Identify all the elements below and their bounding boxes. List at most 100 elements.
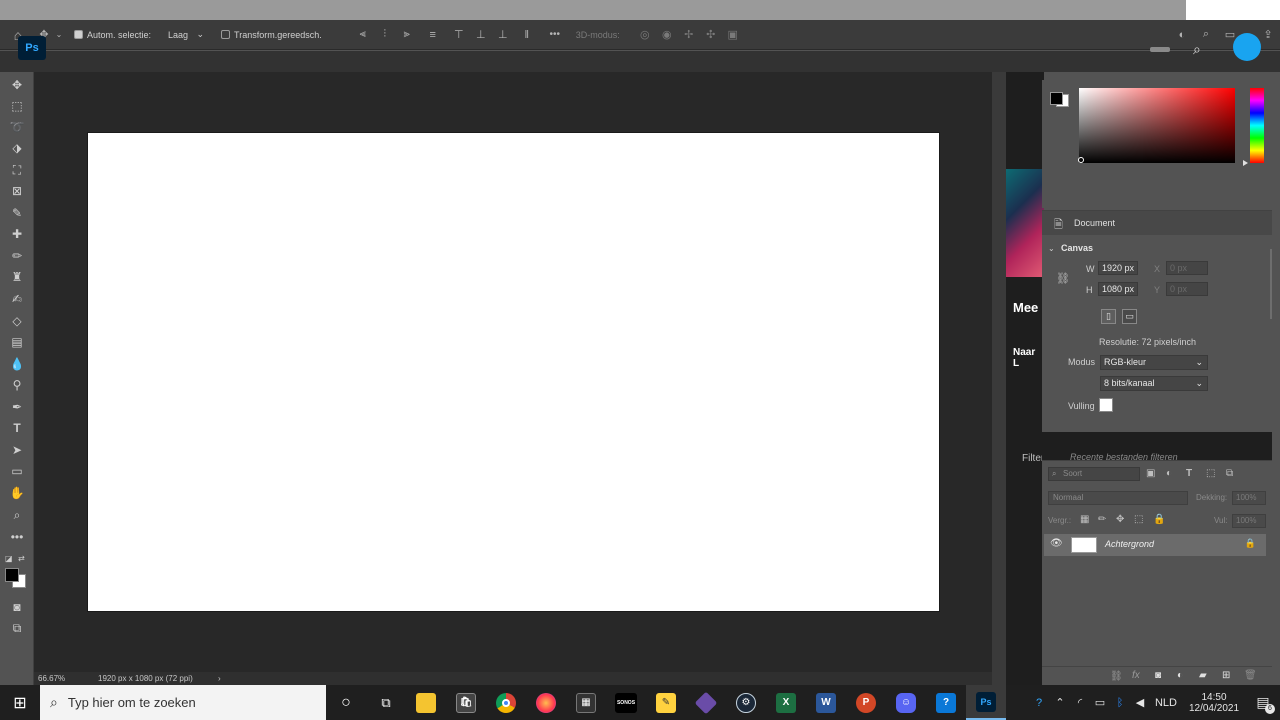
taskbar-app-file-explorer[interactable]	[406, 685, 446, 720]
align-middle-icon[interactable]: ⊥	[470, 28, 492, 41]
share-icon[interactable]: ⇪	[1256, 28, 1280, 41]
layer-filter-search[interactable]: ⌕ Soort	[1048, 467, 1140, 481]
layer-style-icon[interactable]: fx	[1132, 670, 1140, 681]
clone-stamp-icon[interactable]: ♜	[6, 268, 28, 286]
gradient-icon[interactable]: ▤	[6, 333, 28, 351]
workspace-scrollbar[interactable]	[992, 72, 1006, 685]
layer-row-background[interactable]: 👁 Achtergrond 🔒	[1044, 534, 1266, 556]
frame-icon[interactable]: ⊠	[6, 182, 28, 200]
color-picker-handle[interactable]	[1078, 157, 1084, 163]
align-center-h-icon[interactable]: ⫶	[374, 28, 396, 41]
distribute-h-icon[interactable]: ≡	[418, 29, 448, 41]
eye-icon[interactable]: 👁	[1050, 538, 1063, 549]
battery-icon[interactable]: ▭	[1090, 696, 1110, 709]
object-selection-icon[interactable]: ⬗	[6, 139, 28, 157]
auto-select-target-dropdown[interactable]: Laag ⌄	[165, 27, 207, 43]
bit-depth-dropdown[interactable]: 8 bits/kanaal ⌄	[1100, 376, 1208, 391]
panel-foreground-swatch[interactable]	[1050, 92, 1063, 105]
link-layers-icon[interactable]: ⛓	[1110, 671, 1123, 682]
action-center-button[interactable]: ▤ 6	[1246, 685, 1280, 720]
language-indicator[interactable]: NLD	[1150, 697, 1182, 709]
auto-select-checkbox[interactable]	[74, 30, 83, 39]
align-top-icon[interactable]: ⊤	[448, 28, 470, 41]
lock-transparency-icon[interactable]: ▦	[1080, 514, 1089, 525]
adjustment-layer-icon[interactable]: ◐	[1177, 670, 1183, 681]
history-brush-icon[interactable]: ✍	[6, 290, 28, 308]
default-colors-icon[interactable]: ◪	[5, 554, 13, 563]
hue-slider-handle[interactable]	[1243, 160, 1248, 166]
zoom-tool-icon[interactable]: ⌕	[6, 506, 28, 524]
delete-layer-icon[interactable]: 🗑	[1244, 670, 1257, 681]
more-options-icon[interactable]: •••	[540, 29, 570, 40]
search-icon[interactable]: ⌕	[1194, 28, 1218, 41]
align-left-icon[interactable]: ⫷	[352, 28, 374, 41]
learn-icon[interactable]: ◐	[1170, 29, 1194, 41]
layer-mask-icon[interactable]: ◙	[1155, 670, 1161, 681]
link-dimensions-icon[interactable]: ⛓	[1056, 272, 1070, 285]
taskbar-app-excel[interactable]: X	[766, 685, 806, 720]
status-menu-arrow[interactable]: ›	[214, 674, 221, 683]
hand-tool-icon[interactable]: ✋	[6, 484, 28, 502]
chevron-down-icon[interactable]: ⌄	[1048, 244, 1055, 253]
filter-smart-object-icon[interactable]: ⧉	[1226, 468, 1233, 479]
landscape-orientation-icon[interactable]: ▭	[1122, 309, 1137, 324]
properties-tab-label[interactable]: Document	[1074, 218, 1115, 228]
taskbar-app-chrome[interactable]	[486, 685, 526, 720]
brush-icon[interactable]: ✏	[6, 247, 28, 265]
color-mode-dropdown[interactable]: RGB-kleur ⌄	[1100, 355, 1208, 370]
document-canvas[interactable]	[87, 132, 940, 612]
new-group-icon[interactable]: ▰	[1199, 670, 1207, 681]
home-search-icon[interactable]: ⌕	[1193, 41, 1201, 58]
transform-controls-option[interactable]: Transform.gereedsch.	[221, 30, 322, 40]
path-selection-icon[interactable]: ➤	[6, 441, 28, 459]
lock-all-icon[interactable]: 🔒	[1153, 514, 1165, 525]
taskbar-app-steam[interactable]: ⚙	[726, 685, 766, 720]
lock-pixels-icon[interactable]: ✏	[1098, 514, 1106, 525]
volume-icon[interactable]: ◀	[1130, 696, 1150, 709]
fill-field[interactable]: 100%	[1232, 514, 1266, 528]
distribute-v-icon[interactable]: ‖	[514, 29, 540, 41]
lasso-icon[interactable]: ➰	[6, 118, 28, 136]
taskbar-app-powerpoint[interactable]: P	[846, 685, 886, 720]
chevron-down-icon[interactable]: ⌄	[52, 30, 66, 39]
opacity-field[interactable]: 100%	[1232, 491, 1266, 505]
taskbar-app-discord[interactable]: ☺	[886, 685, 926, 720]
cortana-button[interactable]: ○	[326, 685, 366, 720]
swap-colors-icon[interactable]: ⇄	[18, 554, 25, 563]
pen-icon[interactable]: ✒	[6, 398, 28, 416]
blend-mode-dropdown[interactable]: Normaal	[1048, 491, 1188, 505]
zoom-level[interactable]: 66.67%	[34, 674, 94, 683]
taskbar-app-notes[interactable]: ✎	[646, 685, 686, 720]
color-saturation-field[interactable]	[1079, 88, 1235, 163]
new-layer-icon[interactable]: ⊞	[1222, 670, 1230, 681]
bluetooth-icon[interactable]: ᛒ	[1110, 697, 1130, 709]
taskbar-app-store[interactable]: 🛍	[446, 685, 486, 720]
properties-scrollbar[interactable]	[1270, 249, 1272, 319]
move-tool-icon[interactable]: ✥	[6, 76, 28, 94]
task-view-button[interactable]: ⧉	[366, 685, 406, 720]
lock-position-icon[interactable]: ✥	[1116, 514, 1124, 525]
avatar[interactable]	[1233, 33, 1261, 61]
eraser-icon[interactable]: ◇	[6, 312, 28, 330]
align-bottom-icon[interactable]: ⊥	[492, 28, 514, 41]
filter-adjustment-icon[interactable]: ◐	[1166, 468, 1172, 479]
taskbar-search-box[interactable]: ⌕ Typ hier om te zoeken	[40, 685, 326, 720]
taskbar-app-photoshop[interactable]: Ps	[966, 685, 1006, 720]
dodge-icon[interactable]: ⚲	[6, 376, 28, 394]
foreground-color-swatch[interactable]	[5, 568, 19, 582]
taskbar-clock[interactable]: 14:50 12/04/2021	[1182, 692, 1246, 714]
lock-artboard-icon[interactable]: ⬚	[1134, 514, 1143, 525]
auto-select-option[interactable]: Autom. selectie:	[74, 30, 151, 40]
filter-shape-icon[interactable]: ⬚	[1206, 468, 1215, 479]
show-hidden-icons-icon[interactable]: ⌃	[1050, 696, 1070, 709]
taskbar-app-word[interactable]: W	[806, 685, 846, 720]
taskbar-app-visual-studio[interactable]	[686, 685, 726, 720]
type-tool-icon[interactable]: T	[6, 419, 28, 437]
height-field[interactable]: 1080 px	[1098, 282, 1138, 296]
portrait-orientation-icon[interactable]: ▯	[1101, 309, 1116, 324]
home-link-fragment[interactable]: Naar L	[1013, 347, 1044, 369]
edit-toolbar-icon[interactable]: •••	[6, 528, 28, 546]
network-icon[interactable]: ◜	[1070, 696, 1090, 709]
taskbar-app-calculator[interactable]: ▦	[566, 685, 606, 720]
start-button[interactable]: ⊞	[0, 685, 40, 720]
